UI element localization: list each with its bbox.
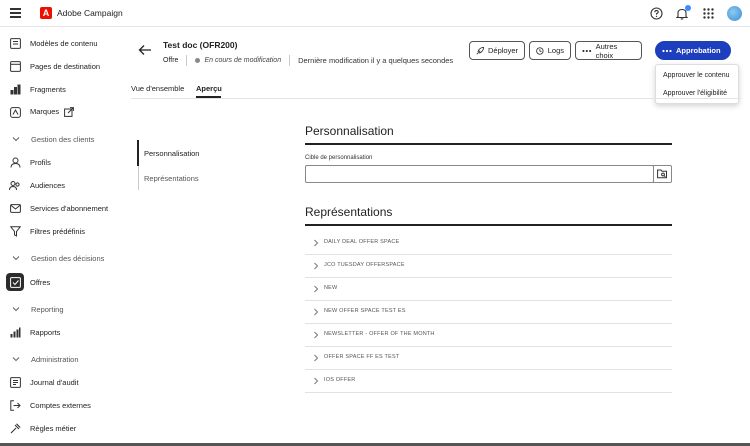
sidebar-item-label: Modèles de contenu (30, 38, 98, 48)
sidebar-item-profiles[interactable]: Profils (0, 152, 112, 172)
last-modified: Dernière modification il y a quelques se… (298, 56, 454, 65)
page-title: Test doc (OFR200) (163, 40, 238, 50)
list-item[interactable]: NEW (305, 278, 672, 301)
chevron-right-icon (314, 285, 319, 293)
menu-item-approve-eligibility[interactable]: Approuver l'éligibilité (663, 90, 727, 97)
chevron-right-icon (314, 331, 319, 339)
template-icon (9, 37, 21, 49)
external-accounts-icon (9, 399, 21, 411)
chevron-down-icon (12, 256, 20, 261)
clock-icon (536, 46, 544, 55)
section-title-personalization: Personnalisation (305, 124, 394, 138)
chevron-right-icon (314, 354, 319, 362)
anchor-personalization[interactable]: Personnalisation (144, 149, 199, 158)
business-rules-icon (9, 422, 21, 434)
reports-icon (9, 326, 21, 338)
sidebar-item-audiences[interactable]: Audiences (0, 175, 112, 195)
sidebar-section-customer-management[interactable]: Gestion des clients (0, 129, 112, 149)
app-title[interactable]: Adobe Campaign (57, 8, 123, 18)
sidebar-item-content-templates[interactable]: Modèles de contenu (0, 33, 112, 53)
audiences-icon (9, 179, 21, 191)
more-icon (662, 49, 672, 52)
sidebar-item-brands[interactable]: Marques (0, 102, 112, 122)
top-bar: A Adobe Campaign (0, 0, 750, 27)
anchor-active-indicator (137, 140, 139, 166)
sidebar-item-reports[interactable]: Rapports (0, 322, 112, 342)
user-icon (9, 156, 21, 168)
sidebar-item-subscription-services[interactable]: Services d'abonnement (0, 198, 112, 218)
logs-button[interactable]: Logs (529, 41, 571, 60)
sidebar-item-fragments[interactable]: Fragments (0, 79, 112, 99)
sidebar-item-audit-log[interactable]: Journal d'audit (0, 372, 112, 392)
landing-page-icon (9, 60, 21, 72)
more-options-button[interactable]: Autres choix (575, 41, 642, 60)
sidebar-item-label: Marques (30, 107, 75, 117)
list-item[interactable]: DAILY DEAL OFFER SPACE (305, 232, 672, 255)
tab-overview[interactable]: Vue d'ensemble (131, 84, 184, 93)
sidebar-item-offers[interactable]: Offres (0, 272, 112, 292)
notification-badge (685, 4, 691, 11)
list-item[interactable]: OFFER SPACE FF ES TEST (305, 347, 672, 370)
page-meta: Offre En cours de modification Dernière … (163, 55, 453, 66)
folder-search-icon (657, 169, 667, 179)
approval-button[interactable]: Approbation (655, 41, 731, 60)
sidebar-item-predefined-filters[interactable]: Filtres prédéfinis (0, 221, 112, 241)
sidebar-item-external-accounts[interactable]: Comptes externes (0, 395, 112, 415)
sidebar-item-business-rules[interactable]: Règles métier (0, 418, 112, 438)
list-item[interactable]: JCO TUESDAY OFFERSPACE (305, 255, 672, 278)
filter-icon (9, 225, 21, 237)
chevron-down-icon (12, 137, 20, 142)
chevron-down-icon (12, 357, 20, 362)
status-dot-icon (195, 58, 201, 63)
more-icon (582, 49, 592, 52)
avatar[interactable] (727, 6, 742, 21)
back-arrow-icon[interactable] (138, 44, 152, 56)
chevron-right-icon (314, 262, 319, 270)
field-label: Cible de personnalisation (305, 155, 373, 161)
tab-preview[interactable]: Aperçu (196, 84, 222, 93)
sidebar-section-administration[interactable]: Administration (0, 349, 112, 369)
deploy-button[interactable]: Déployer (469, 41, 525, 60)
status-badge: En cours de modification (204, 57, 282, 64)
audit-icon (9, 376, 21, 388)
brand-icon (9, 106, 21, 118)
list-item[interactable]: NEW OFFER SPACE TEST ES (305, 301, 672, 324)
personalization-target-input[interactable] (305, 165, 654, 183)
chevron-down-icon (12, 307, 20, 312)
subscription-icon (9, 202, 21, 214)
list-item[interactable]: IOS OFFER (305, 370, 672, 393)
sidebar-item-label: Fragments (30, 84, 66, 94)
sidebar: Modèles de contenu Pages de destination … (0, 28, 112, 446)
hamburger-menu-icon[interactable] (10, 8, 21, 18)
sidebar-item-landing-pages[interactable]: Pages de destination (0, 56, 112, 76)
adobe-logo: A (40, 7, 52, 19)
sidebar-section-reporting[interactable]: Reporting (0, 299, 112, 319)
menu-item-approve-content[interactable]: Approuver le contenu (663, 72, 730, 79)
offers-icon (9, 276, 21, 288)
section-title-representations: Représentations (305, 205, 393, 219)
deploy-icon (476, 46, 484, 54)
fragments-icon (9, 83, 21, 95)
external-link-icon (64, 107, 75, 117)
chevron-right-icon (314, 239, 319, 247)
chevron-right-icon (314, 377, 319, 385)
select-target-button[interactable] (653, 165, 672, 183)
object-type: Offre (163, 57, 179, 64)
bell-icon[interactable] (675, 4, 691, 21)
help-icon[interactable] (649, 7, 663, 21)
apps-grid-icon[interactable] (701, 7, 715, 21)
sidebar-item-label: Pages de destination (30, 61, 101, 71)
chevron-right-icon (314, 308, 319, 316)
list-item[interactable]: NEWSLETTER - OFFER OF THE MONTH (305, 324, 672, 347)
sidebar-section-decision-management[interactable]: Gestion des décisions (0, 248, 112, 268)
anchor-representations[interactable]: Représentations (144, 174, 199, 183)
